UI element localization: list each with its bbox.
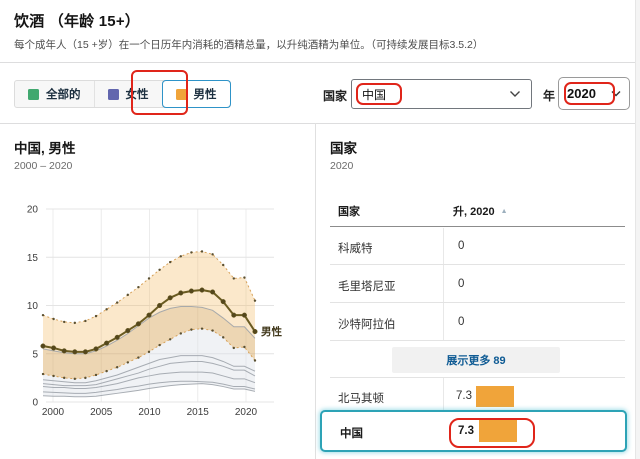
page-edge: [635, 0, 640, 459]
svg-text:10: 10: [27, 301, 39, 312]
female-series-swatch-icon: [108, 89, 119, 100]
page-subtitle: 每个成年人（15 +岁）在一个日历年内消耗的酒精总量，以升纯酒精为单位。（可持续…: [14, 37, 483, 52]
column-header-value[interactable]: 升, 2020 ▲: [453, 203, 508, 219]
page-title: 饮酒 （年龄 15+）: [14, 10, 140, 31]
filter-all-button[interactable]: 全部的: [15, 81, 95, 107]
value-cell: 7.3: [458, 425, 474, 437]
country-cell: 科威特: [338, 240, 373, 256]
svg-text:20: 20: [27, 205, 39, 216]
header-divider: [0, 62, 640, 63]
svg-text:2005: 2005: [90, 407, 113, 418]
column-header-country[interactable]: 国家: [338, 203, 360, 219]
show-more-button[interactable]: 展示更多 89: [392, 347, 560, 373]
table-panel-title: 国家: [330, 137, 357, 157]
svg-text:15: 15: [27, 253, 39, 264]
value-cell: 7.3: [456, 390, 472, 402]
svg-text:2010: 2010: [138, 407, 161, 418]
filter-male-label: 男性: [194, 86, 217, 102]
table-row[interactable]: 毛里塔尼亚 0: [330, 265, 625, 303]
table-row[interactable]: 沙特阿拉伯 0: [330, 303, 625, 341]
column-header-value-label: 升, 2020: [453, 206, 495, 218]
country-cell: 沙特阿拉伯: [338, 316, 396, 332]
table-panel-subtitle: 2020: [330, 160, 353, 172]
filterbar-divider: [0, 123, 640, 124]
value-cell: 0: [458, 240, 464, 252]
chart-subtitle: 2000 – 2020: [14, 160, 72, 172]
country-cell: 毛里塔尼亚: [338, 278, 396, 294]
chart-title: 中国, 男性: [14, 137, 76, 157]
sort-ascending-icon: ▲: [501, 208, 508, 215]
country-select-value: 中国: [362, 86, 386, 103]
filter-male-button[interactable]: 男性: [162, 80, 231, 108]
year-select-label: 年: [543, 87, 555, 104]
series-filter-group: 全部的 女性 男性: [14, 80, 231, 108]
svg-text:5: 5: [32, 349, 38, 360]
filter-all-label: 全部的: [46, 86, 81, 102]
value-bar: [479, 420, 517, 442]
panel-divider: [315, 123, 316, 459]
filter-female-label: 女性: [126, 86, 149, 102]
country-select-label: 国家: [323, 87, 347, 104]
all-series-swatch-icon: [28, 89, 39, 100]
filter-female-button[interactable]: 女性: [95, 81, 163, 107]
country-select[interactable]: 中国: [351, 79, 532, 109]
selected-country-row[interactable]: 中国 7.3: [320, 410, 627, 452]
chevron-down-icon: [509, 90, 521, 98]
trend-chart: 2000 2005 2010 2015 2020 0 5 10 15 20 男性: [8, 196, 308, 436]
svg-text:男性: 男性: [261, 325, 282, 338]
chevron-down-icon: [611, 90, 621, 97]
table-row[interactable]: 科威特 0: [330, 227, 625, 265]
year-select[interactable]: 2020: [558, 77, 630, 110]
value-bar: [476, 386, 514, 407]
year-select-value: 2020: [567, 86, 596, 101]
male-series-swatch-icon: [176, 89, 187, 100]
country-cell: 北马其顿: [338, 390, 384, 406]
svg-text:2020: 2020: [235, 407, 258, 418]
svg-text:2015: 2015: [187, 407, 210, 418]
svg-text:0: 0: [32, 398, 38, 409]
who-indicator-page: 饮酒 （年龄 15+） 每个成年人（15 +岁）在一个日历年内消耗的酒精总量，以…: [0, 0, 640, 459]
country-cell: 中国: [340, 425, 363, 441]
svg-text:2000: 2000: [42, 407, 65, 418]
value-cell: 0: [458, 278, 464, 290]
value-cell: 0: [458, 316, 464, 328]
